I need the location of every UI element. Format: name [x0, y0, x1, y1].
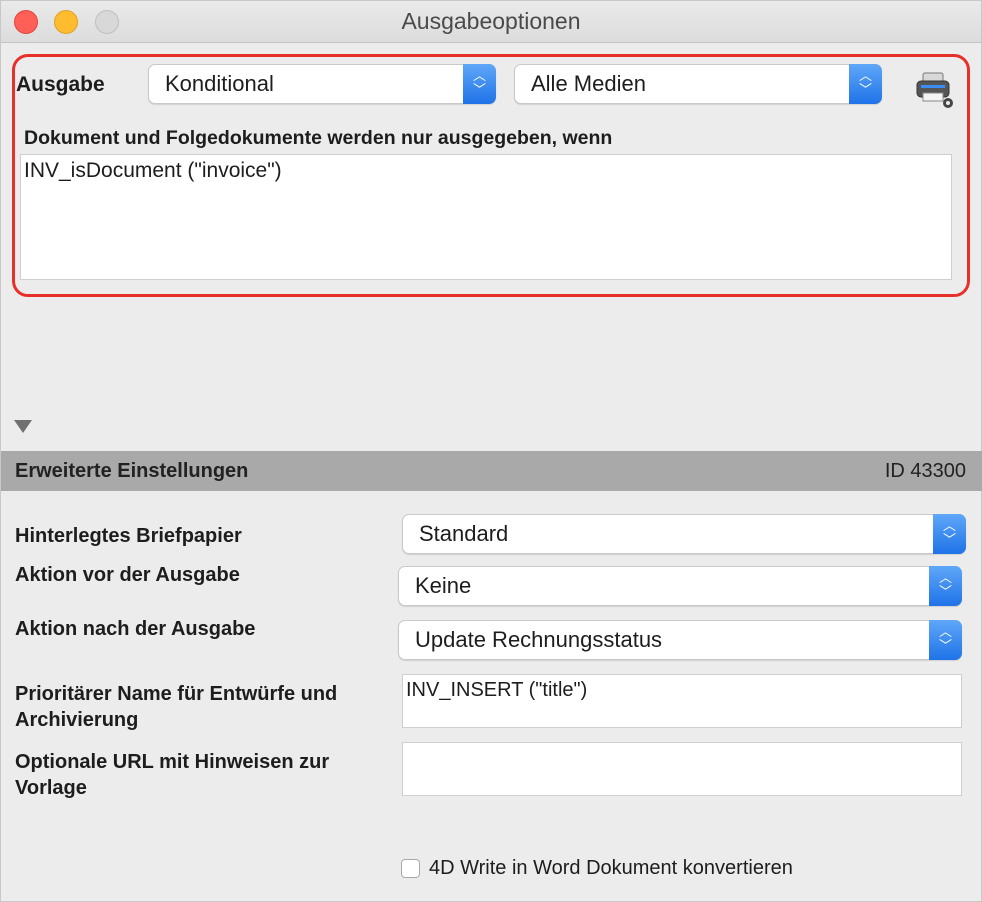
post-action-value: Update Rechnungsstatus [415, 627, 663, 652]
window-title: Ausgabeoptionen [401, 8, 581, 34]
post-action-select[interactable]: Update Rechnungsstatus ︿ ﹀ [398, 620, 962, 660]
priority-name-label-line1: Prioritärer Name für Entwürfe und [15, 683, 338, 705]
letterhead-select[interactable]: Standard ︿ ﹀ [402, 514, 966, 554]
output-mode-select[interactable]: Konditional ︿ ﹀ [148, 64, 496, 104]
priority-name-label-line2: Archivierung [15, 709, 139, 731]
pre-action-value: Keine [415, 573, 472, 598]
template-url-label-line2: Vorlage [15, 777, 87, 799]
condition-textarea[interactable]: INV_isDocument ("invoice") [20, 154, 952, 280]
popup-stepper-icon: ︿ ﹀ [933, 514, 966, 554]
advanced-settings-header: Erweiterte Einstellungen ID 43300 [1, 451, 982, 491]
template-url-field[interactable] [402, 742, 962, 796]
output-label: Ausgabe [16, 73, 105, 96]
printer-settings-icon[interactable] [915, 71, 957, 111]
output-options-window: Ausgabeoptionen Ausgabe Konditional ︿ ﹀ A… [0, 0, 982, 902]
template-url-label-line1: Optionale URL mit Hinweisen zur [15, 751, 330, 773]
letterhead-value: Standard [419, 521, 509, 546]
output-media-select[interactable]: Alle Medien ︿ ﹀ [514, 64, 882, 104]
pre-action-label: Aktion vor der Ausgabe [15, 564, 240, 586]
convert-word-label[interactable]: 4D Write in Word Dokument konvertieren [429, 857, 793, 880]
output-media-value: Alle Medien [531, 71, 646, 96]
condition-label: Dokument und Folgedokumente werden nur a… [24, 127, 613, 149]
output-mode-value: Konditional [165, 71, 274, 96]
advanced-settings-title: Erweiterte Einstellungen [15, 460, 249, 482]
popup-stepper-icon: ︿ ﹀ [849, 64, 882, 104]
post-action-label: Aktion nach der Ausgabe [15, 618, 256, 640]
popup-stepper-icon: ︿ ﹀ [929, 620, 962, 660]
disclosure-triangle-icon[interactable] [14, 420, 32, 433]
priority-name-label: Prioritärer Name für Entwürfe und Archiv… [15, 681, 337, 733]
template-id: ID 43300 [884, 460, 966, 482]
title-bar: Ausgabeoptionen [1, 1, 981, 43]
popup-stepper-icon: ︿ ﹀ [463, 64, 496, 104]
priority-name-field[interactable]: INV_INSERT ("title") [402, 674, 962, 728]
popup-stepper-icon: ︿ ﹀ [929, 566, 962, 606]
template-url-label: Optionale URL mit Hinweisen zur Vorlage [15, 749, 329, 801]
pre-action-select[interactable]: Keine ︿ ﹀ [398, 566, 962, 606]
letterhead-label: Hinterlegtes Briefpapier [15, 525, 242, 547]
convert-word-checkbox[interactable] [401, 859, 420, 878]
